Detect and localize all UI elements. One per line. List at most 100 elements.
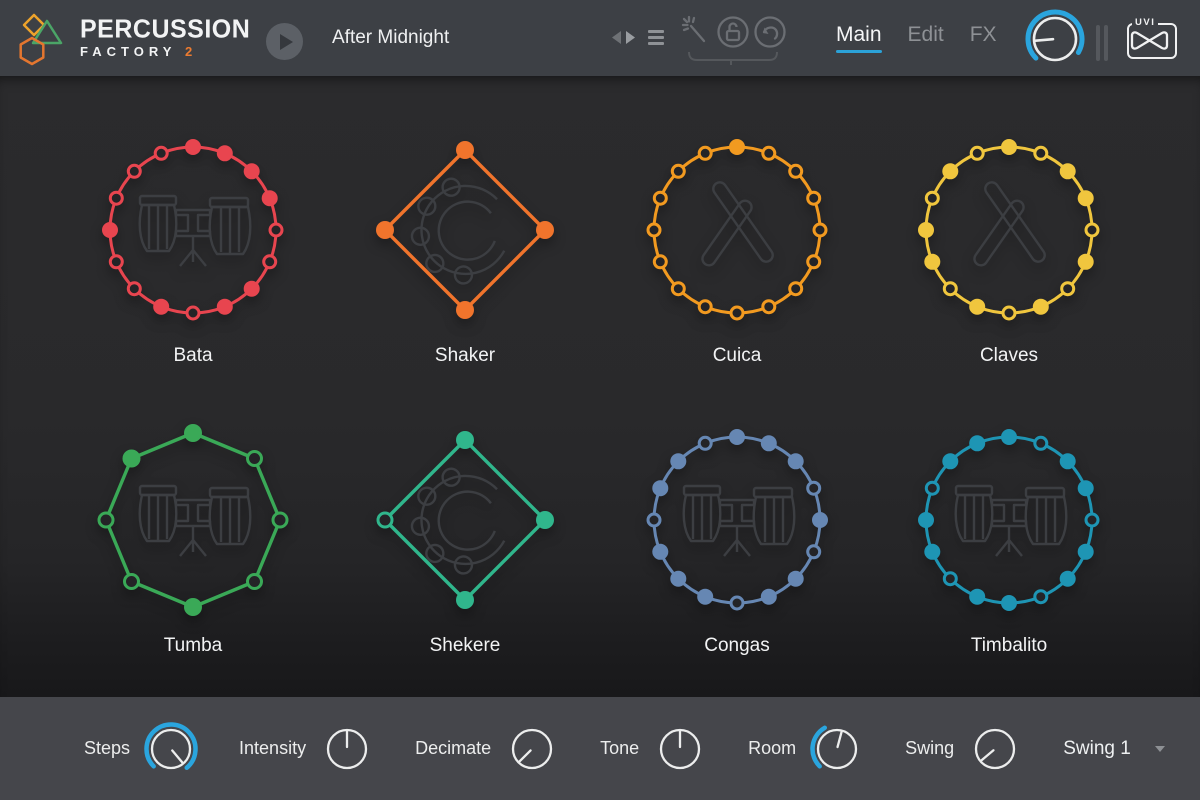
master-knob[interactable]	[1024, 8, 1086, 70]
step-dot-off[interactable]	[378, 513, 392, 527]
step-dot-on[interactable]	[942, 453, 958, 469]
swing-select[interactable]: Swing 1	[1063, 738, 1166, 760]
step-dot-on[interactable]	[969, 435, 985, 451]
lock-icon[interactable]	[719, 18, 748, 47]
step-dot-on[interactable]	[376, 221, 394, 239]
intensity-knob[interactable]	[319, 721, 375, 777]
step-dot-off[interactable]	[731, 597, 743, 609]
step-dot-off[interactable]	[672, 165, 684, 177]
step-dot-on[interactable]	[924, 544, 940, 560]
step-ring[interactable]	[81, 408, 305, 632]
step-dot-on[interactable]	[729, 429, 745, 445]
step-dot-off[interactable]	[128, 283, 140, 295]
pad-cuica[interactable]: Cuica	[601, 118, 873, 408]
step-dot-on[interactable]	[942, 163, 958, 179]
step-dot-on[interactable]	[1060, 453, 1076, 469]
play-button[interactable]	[266, 23, 303, 60]
step-dot-off[interactable]	[155, 147, 167, 159]
step-dot-off[interactable]	[790, 283, 802, 295]
randomize-wand-icon[interactable]	[683, 17, 704, 41]
step-dot-on[interactable]	[761, 435, 777, 451]
step-ring[interactable]	[897, 408, 1121, 632]
step-ring[interactable]	[81, 118, 305, 342]
step-dot-off[interactable]	[926, 482, 938, 494]
step-dot-on[interactable]	[1078, 190, 1094, 206]
step-dot-off[interactable]	[654, 256, 666, 268]
step-dot-on[interactable]	[918, 512, 934, 528]
tab-edit[interactable]: Edit	[908, 23, 944, 53]
step-dot-off[interactable]	[1062, 283, 1074, 295]
step-dot-off[interactable]	[1086, 224, 1098, 236]
step-dot-off[interactable]	[944, 573, 956, 585]
step-dot-on[interactable]	[1078, 254, 1094, 270]
step-dot-on[interactable]	[1033, 299, 1049, 315]
tab-fx[interactable]: FX	[970, 23, 997, 53]
step-dot-off[interactable]	[270, 224, 282, 236]
swing-knob[interactable]	[967, 721, 1023, 777]
pad-tumba[interactable]: Tumba	[57, 408, 329, 698]
preset-name[interactable]: After Midnight	[332, 0, 449, 76]
step-dot-on[interactable]	[1078, 544, 1094, 560]
pad-claves[interactable]: Claves	[873, 118, 1145, 408]
step-dot-off[interactable]	[808, 256, 820, 268]
pad-congas[interactable]: Congas	[601, 408, 873, 698]
step-dot-off[interactable]	[699, 301, 711, 313]
decimate-knob[interactable]	[504, 721, 560, 777]
step-dot-on[interactable]	[456, 301, 474, 319]
step-dot-on[interactable]	[184, 424, 202, 442]
step-dot-off[interactable]	[1003, 307, 1015, 319]
step-dot-off[interactable]	[763, 301, 775, 313]
step-dot-on[interactable]	[185, 139, 201, 155]
preset-list-icon[interactable]	[648, 30, 664, 45]
step-dot-on[interactable]	[1060, 163, 1076, 179]
step-dot-on[interactable]	[1001, 139, 1017, 155]
step-dot-off[interactable]	[790, 165, 802, 177]
step-dot-off[interactable]	[273, 513, 287, 527]
step-dot-off[interactable]	[926, 192, 938, 204]
step-dot-on[interactable]	[153, 299, 169, 315]
step-dot-off[interactable]	[110, 256, 122, 268]
step-dot-off[interactable]	[1035, 147, 1047, 159]
step-dot-on[interactable]	[456, 431, 474, 449]
undo-icon[interactable]	[756, 18, 785, 47]
steps-knob[interactable]	[143, 721, 199, 777]
step-dot-off[interactable]	[808, 482, 820, 494]
step-ring[interactable]	[353, 408, 577, 632]
step-dot-on[interactable]	[924, 254, 940, 270]
step-dot-on[interactable]	[729, 139, 745, 155]
step-dot-on[interactable]	[652, 544, 668, 560]
step-dot-on[interactable]	[697, 589, 713, 605]
step-dot-off[interactable]	[99, 513, 113, 527]
step-dot-off[interactable]	[648, 224, 660, 236]
step-dot-on[interactable]	[812, 512, 828, 528]
next-preset-icon[interactable]	[625, 30, 637, 45]
step-dot-off[interactable]	[763, 147, 775, 159]
tone-knob[interactable]	[652, 721, 708, 777]
step-dot-off[interactable]	[699, 437, 711, 449]
step-ring[interactable]	[353, 118, 577, 342]
step-dot-on[interactable]	[102, 222, 118, 238]
step-dot-on[interactable]	[244, 281, 260, 297]
step-dot-on[interactable]	[536, 511, 554, 529]
step-dot-off[interactable]	[248, 575, 262, 589]
step-dot-off[interactable]	[264, 256, 276, 268]
step-ring[interactable]	[897, 118, 1121, 342]
step-dot-on[interactable]	[918, 222, 934, 238]
pad-shaker[interactable]: Shaker	[329, 118, 601, 408]
step-dot-on[interactable]	[536, 221, 554, 239]
prev-preset-icon[interactable]	[610, 30, 622, 45]
step-ring[interactable]	[625, 118, 849, 342]
step-dot-on[interactable]	[217, 299, 233, 315]
pad-bata[interactable]: Bata	[57, 118, 329, 408]
step-dot-on[interactable]	[217, 145, 233, 161]
step-dot-on[interactable]	[1001, 429, 1017, 445]
room-knob[interactable]	[809, 721, 865, 777]
step-dot-off[interactable]	[654, 192, 666, 204]
step-dot-off[interactable]	[814, 224, 826, 236]
step-dot-off[interactable]	[971, 147, 983, 159]
step-dot-off[interactable]	[1035, 591, 1047, 603]
step-dot-off[interactable]	[672, 283, 684, 295]
step-dot-on[interactable]	[670, 571, 686, 587]
step-dot-on[interactable]	[1078, 480, 1094, 496]
step-dot-off[interactable]	[110, 192, 122, 204]
